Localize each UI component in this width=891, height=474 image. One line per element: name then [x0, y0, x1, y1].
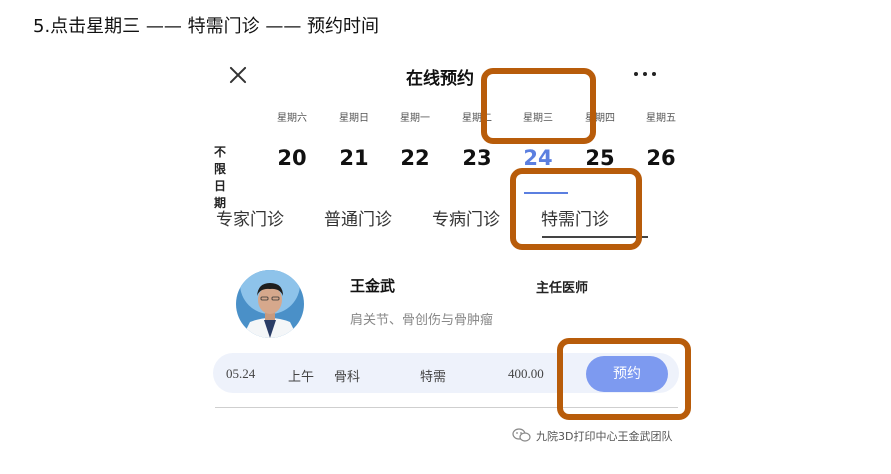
doctor-name: 王金武: [350, 277, 396, 295]
date-option-22[interactable]: 22: [384, 146, 446, 170]
date-option-26[interactable]: 26: [630, 146, 692, 170]
date-option-25[interactable]: 25: [569, 146, 631, 170]
appointment-department: 骨科: [334, 370, 361, 385]
doctor-specialty: 肩关节、骨创伤与骨肿瘤: [350, 313, 494, 328]
step-title: 5.点击星期三 —— 特需门诊 —— 预约时间: [33, 16, 380, 37]
doctor-avatar: [236, 270, 304, 338]
watermark-text: 九院3D打印中心王金武团队: [536, 430, 673, 443]
unlimited-date-option[interactable]: 不 限 日 期: [214, 144, 254, 212]
unlimited-date-label-line1: 不 限: [214, 145, 233, 176]
appointment-period: 上午: [288, 370, 315, 385]
highlight-book-button: [557, 338, 691, 420]
tab-specialty-clinic[interactable]: 专病门诊: [432, 205, 500, 230]
weekday-label: 星期日: [339, 113, 369, 124]
wechat-icon: [512, 428, 531, 442]
date-option-21[interactable]: 21: [323, 146, 385, 170]
appointment-fee: 400.00: [508, 366, 544, 381]
close-icon[interactable]: [226, 63, 250, 87]
weekday-label: 星期一: [400, 113, 430, 124]
weekday-label: 星期五: [646, 113, 676, 124]
date-option-24-selected[interactable]: 24: [507, 146, 569, 170]
tab-expert-clinic[interactable]: 专家门诊: [216, 205, 284, 230]
doctor-title: 主任医师: [536, 281, 589, 296]
date-option-23[interactable]: 23: [446, 146, 508, 170]
tab-general-clinic[interactable]: 普通门诊: [324, 205, 392, 230]
highlight-wednesday: [481, 68, 596, 144]
highlight-special-needs-tab: [510, 168, 642, 250]
appointment-type: 特需: [420, 370, 447, 385]
appointment-date: 05.24: [226, 366, 256, 381]
more-icon[interactable]: [632, 71, 658, 79]
weekday-label: 星期六: [277, 113, 307, 124]
date-option-20[interactable]: 20: [261, 146, 323, 170]
